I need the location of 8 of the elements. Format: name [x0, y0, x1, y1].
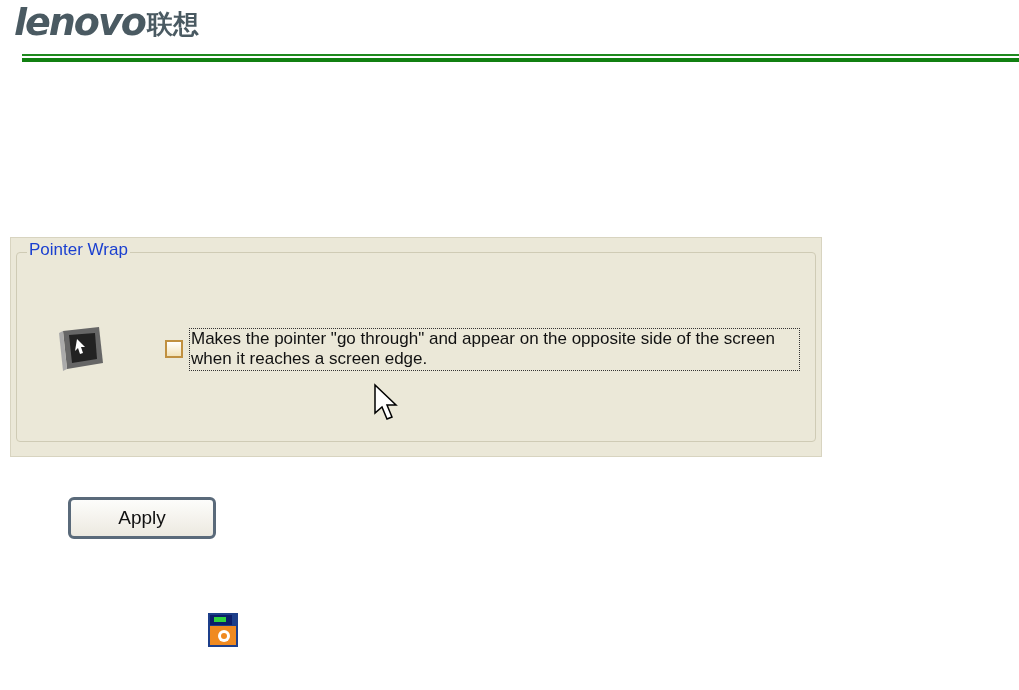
checkbox[interactable] — [165, 340, 183, 358]
checkbox-label[interactable]: Makes the pointer "go through" and appear on the opposite side of the screen when it reaches a screen edge. — [189, 327, 800, 371]
pointer-cursor-icon — [373, 383, 399, 421]
apply-button[interactable]: Apply — [68, 497, 216, 539]
logo-text: 联想 — [146, 9, 199, 40]
logo-text: lenovo — [14, 4, 145, 40]
group-title: Pointer Wrap — [27, 240, 130, 260]
camera-icon — [208, 613, 238, 647]
